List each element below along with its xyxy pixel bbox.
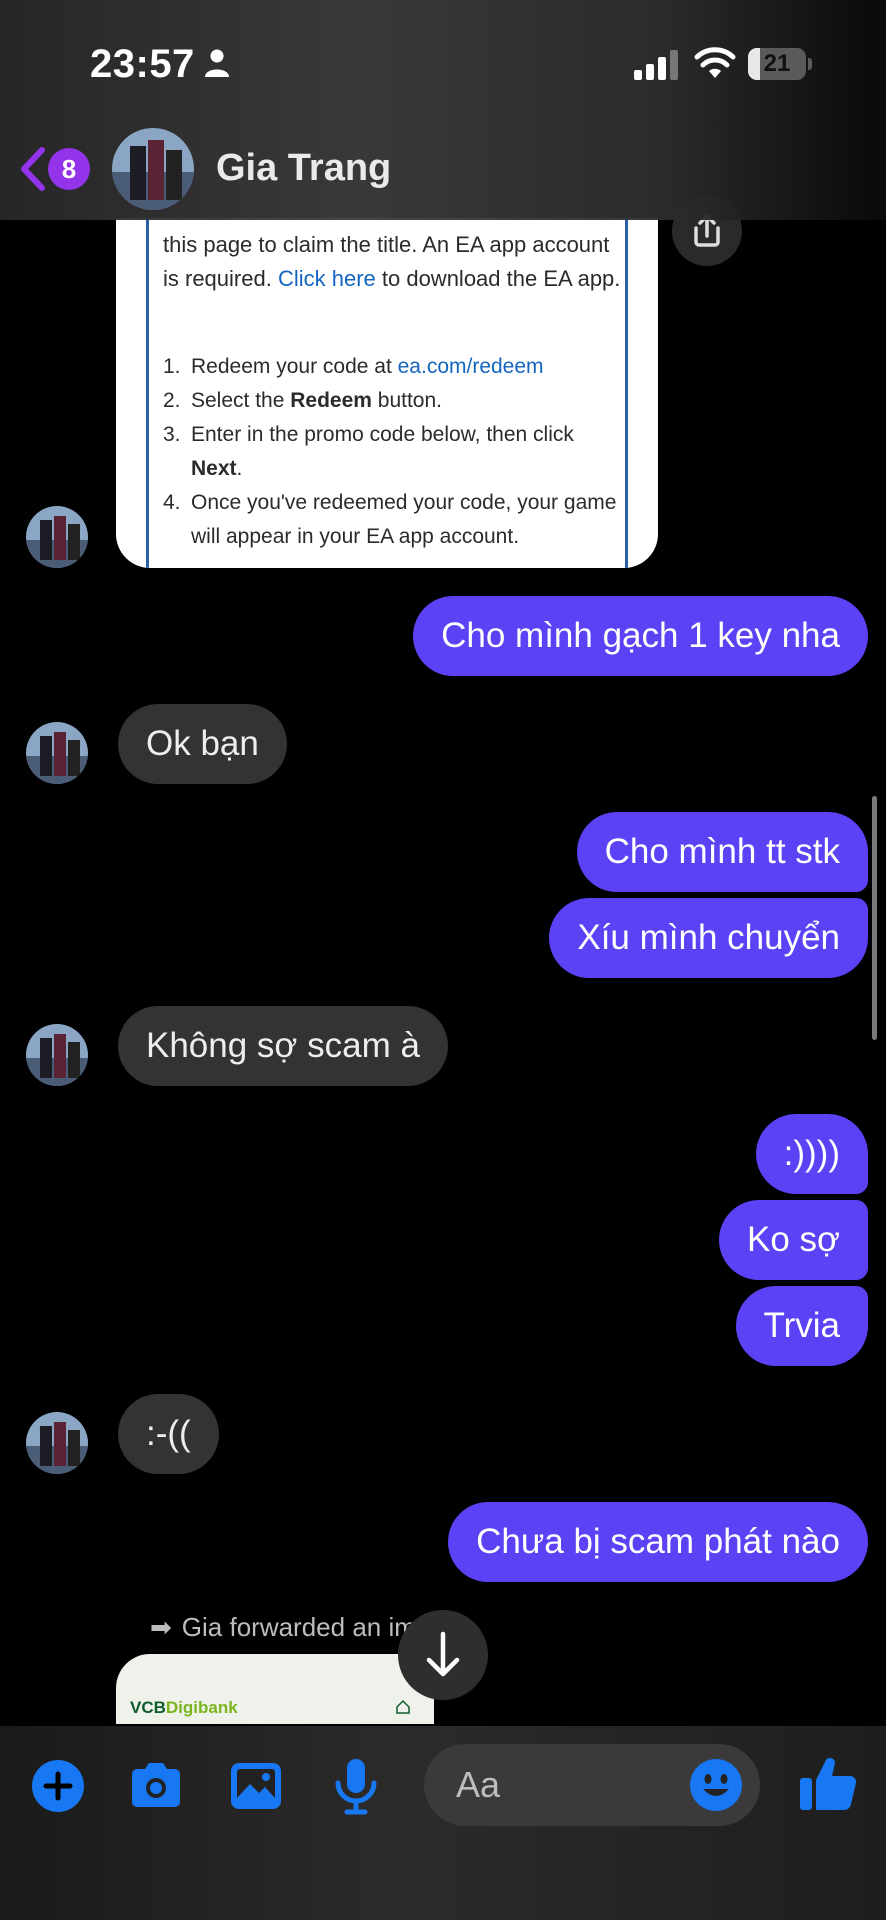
person-icon bbox=[205, 49, 229, 77]
contact-name[interactable]: Gia Trang bbox=[216, 147, 391, 190]
outgoing-message[interactable]: Trvia bbox=[735, 1286, 868, 1366]
back-button[interactable]: 8 bbox=[14, 142, 96, 198]
intro-text-end: to download the EA app. bbox=[375, 266, 621, 291]
step-3: 3. Enter in the promo code below, then c… bbox=[163, 423, 574, 480]
header-avatar[interactable] bbox=[112, 128, 194, 210]
contact-avatar[interactable] bbox=[26, 1024, 88, 1086]
back-chevron-icon bbox=[21, 147, 45, 191]
shared-image-intro: this page to claim the title. An EA app … bbox=[163, 228, 623, 296]
like-icon[interactable] bbox=[796, 1752, 860, 1816]
contact-avatar[interactable] bbox=[26, 506, 88, 568]
battery-level-text: 21 bbox=[763, 50, 791, 77]
step-4: 4. Once you've redeemed your code, your … bbox=[163, 491, 617, 548]
unread-badge: 8 bbox=[48, 148, 90, 190]
shared-image-card[interactable]: this page to claim the title. An EA app … bbox=[116, 218, 658, 568]
redeem-steps: 1. Redeem your code at ea.com/redeem 2. … bbox=[163, 350, 623, 554]
gallery-icon[interactable] bbox=[226, 1756, 286, 1816]
incoming-message[interactable]: :-(( bbox=[118, 1394, 219, 1474]
forward-arrow-icon: ➡ bbox=[150, 1612, 172, 1642]
outgoing-message[interactable]: Cho mình tt stk bbox=[576, 812, 868, 892]
incoming-message[interactable]: Ok bạn bbox=[118, 704, 287, 784]
click-here-link: Click here bbox=[277, 266, 376, 291]
step-1: 1. Redeem your code at ea.com/redeem bbox=[163, 355, 544, 378]
signal-icon bbox=[634, 50, 678, 80]
vcb-logo: VCBDigibank bbox=[130, 1698, 238, 1717]
home-icon bbox=[396, 1699, 410, 1714]
outgoing-message[interactable]: Chưa bị scam phát nào bbox=[448, 1502, 868, 1582]
message-input[interactable] bbox=[456, 1744, 676, 1826]
forwarded-image[interactable]: VCBDigibank bbox=[116, 1654, 434, 1724]
incoming-message[interactable]: Không sợ scam à bbox=[118, 1006, 448, 1086]
status-time: 23:57 bbox=[90, 42, 195, 86]
outgoing-message[interactable]: Xíu mình chuyển bbox=[549, 898, 868, 978]
camera-icon[interactable] bbox=[126, 1756, 186, 1816]
contact-avatar[interactable] bbox=[26, 1412, 88, 1474]
shared-image-content: this page to claim the title. An EA app … bbox=[146, 218, 628, 568]
redeem-link: ea.com/redeem bbox=[397, 355, 544, 378]
arrow-down-icon bbox=[426, 1631, 460, 1677]
scrollbar[interactable] bbox=[872, 796, 877, 1040]
contact-avatar[interactable] bbox=[26, 722, 88, 784]
outgoing-message[interactable]: :)))) bbox=[755, 1114, 868, 1194]
outgoing-message[interactable]: Ko sợ bbox=[719, 1200, 868, 1280]
emoji-icon[interactable] bbox=[686, 1755, 746, 1815]
microphone-icon[interactable] bbox=[326, 1756, 386, 1816]
wifi-icon bbox=[694, 47, 736, 78]
outgoing-message[interactable]: Cho mình gạch 1 key nha bbox=[413, 596, 868, 676]
plus-icon[interactable] bbox=[28, 1756, 88, 1816]
step-2: 2. Select the Redeem button. bbox=[163, 389, 442, 412]
battery-indicator: 21 bbox=[748, 48, 812, 80]
message-field[interactable] bbox=[424, 1744, 760, 1826]
scroll-to-bottom-button[interactable] bbox=[398, 1610, 488, 1700]
